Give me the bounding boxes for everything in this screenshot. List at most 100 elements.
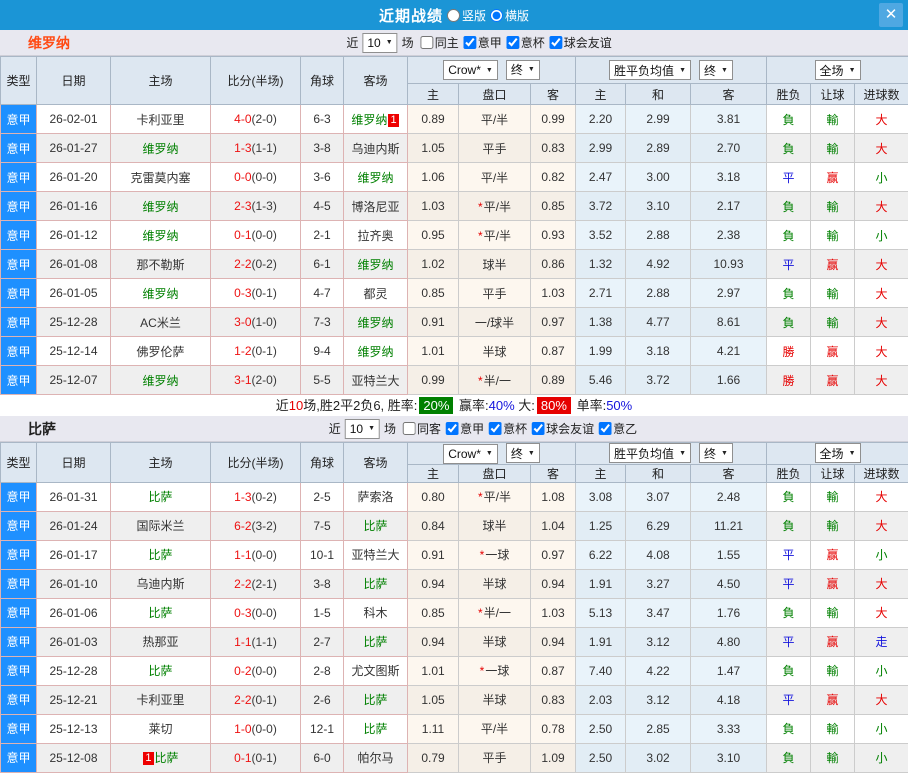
match-row: 意甲26-01-27维罗纳1-3(1-1)3-8乌迪内斯1.05平手0.832.… — [1, 134, 908, 163]
dropdown-label: 终 — [511, 61, 523, 78]
handicap-cell: *一球 — [459, 656, 531, 685]
score-cell: 0-1(0-0) — [211, 221, 301, 250]
checkbox-input[interactable] — [550, 36, 563, 49]
fullmatch-dropdown[interactable]: 全场▼ — [815, 443, 861, 463]
wdl-mean-dropdown[interactable]: 胜平负均值▼ — [609, 60, 691, 80]
filter-checkbox-同主[interactable]: 同主 — [418, 34, 459, 51]
halftime-score: (0-2) — [252, 490, 277, 504]
dropdown-label: 终 — [704, 62, 716, 79]
handicap-cell: 半球 — [459, 685, 531, 714]
filter-checkbox-意杯[interactable]: 意杯 — [504, 34, 545, 51]
filter-checkbox-意甲[interactable]: 意甲 — [461, 34, 502, 51]
checkbox-input[interactable] — [532, 422, 545, 435]
handicap-result-cell: 赢 — [811, 366, 855, 395]
score-cell: 2-2(2-1) — [211, 569, 301, 598]
mean-draw-cell: 3.12 — [626, 685, 691, 714]
team-text: 维罗纳 — [142, 200, 178, 214]
mean-draw-cell: 2.85 — [626, 714, 691, 743]
corner-cell: 3-6 — [301, 163, 344, 192]
odds-away-cell: 0.83 — [531, 685, 576, 714]
mean-draw-cell: 3.10 — [626, 192, 691, 221]
team-text: 卡利亚里 — [136, 693, 184, 707]
filter-checkbox-意乙[interactable]: 意乙 — [596, 420, 637, 437]
close-icon[interactable]: ✕ — [879, 3, 903, 27]
handicap-result-cell: 赢 — [811, 163, 855, 192]
mean-draw-cell: 2.88 — [626, 221, 691, 250]
date-cell: 26-02-01 — [37, 105, 111, 134]
goals-result-cell: 大 — [855, 134, 908, 163]
handicap-result-cell: 赢 — [811, 540, 855, 569]
fullmatch-dropdown[interactable]: 全场▼ — [815, 60, 861, 80]
league-cell: 意甲 — [1, 279, 37, 308]
match-count-dropdown[interactable]: 10▼ — [345, 419, 380, 439]
match-count-dropdown[interactable]: 10▼ — [362, 33, 397, 53]
sub-col-header-主: 主 — [576, 464, 626, 482]
checkbox-input[interactable] — [403, 422, 416, 435]
fulltime-score: 0-1 — [234, 228, 251, 242]
fulltime-score: 2-2 — [234, 257, 251, 271]
home-team-cell: 佛罗伦萨 — [111, 337, 211, 366]
final-odds-dropdown[interactable]: 终▼ — [506, 60, 540, 80]
filter-controls: 近10▼场同主意甲意杯球会友谊 — [344, 33, 611, 53]
mean-draw-cell: 6.29 — [626, 511, 691, 540]
layout-radio-horizontal[interactable]: 横版 — [490, 7, 529, 24]
league-cell: 意甲 — [1, 105, 37, 134]
dropdown-label: 10 — [350, 422, 363, 436]
match-row: 意甲25-12-28AC米兰3-0(1-0)7-3维罗纳0.91一/球半0.97… — [1, 308, 908, 337]
radio-input-vertical[interactable] — [447, 9, 460, 22]
odds-home-cell: 1.05 — [408, 134, 459, 163]
checkbox-input[interactable] — [421, 36, 434, 49]
summary-segment: 赢率: — [455, 398, 488, 413]
results-table: 类型日期主场比分(半场)角球客场Crow*▼终▼胜平负均值▼终▼全场▼主盘口客主… — [0, 442, 908, 773]
team-text: 博洛尼亚 — [351, 200, 399, 214]
filter-checkbox-球会友谊[interactable]: 球会友谊 — [547, 34, 612, 51]
odds-away-cell: 0.85 — [531, 192, 576, 221]
col-header-比分(半场): 比分(半场) — [211, 57, 301, 105]
filter-checkbox-同客[interactable]: 同客 — [400, 420, 441, 437]
team-text: 维罗纳 — [142, 374, 178, 388]
fulltime-score: 1-0 — [234, 722, 251, 736]
halftime-score: (1-0) — [252, 315, 277, 329]
mean-draw-cell: 3.12 — [626, 627, 691, 656]
away-team-cell: 维罗纳 — [344, 250, 408, 279]
col-header-角球: 角球 — [301, 443, 344, 483]
team-text: 维罗纳 — [357, 316, 393, 330]
filter-checkbox-意杯[interactable]: 意杯 — [486, 420, 527, 437]
fullmatch-group-header: 全场▼ — [767, 57, 908, 84]
handicap-cell: 球半 — [459, 250, 531, 279]
bookmaker-dropdown[interactable]: Crow*▼ — [443, 444, 498, 464]
odds-away-cell: 0.78 — [531, 714, 576, 743]
odds-home-cell: 1.06 — [408, 163, 459, 192]
final-odds-dropdown[interactable]: 终▼ — [506, 443, 540, 463]
checkbox-input[interactable] — [599, 422, 612, 435]
wdl-mean-dropdown[interactable]: 胜平负均值▼ — [609, 443, 691, 463]
checkbox-input[interactable] — [489, 422, 502, 435]
wdl-result-cell: 負 — [767, 482, 811, 511]
odds-group-header: Crow*▼ 终▼ — [408, 57, 576, 84]
away-team-cell: 比萨 — [344, 714, 408, 743]
checkbox-input[interactable] — [446, 422, 459, 435]
layout-radio-vertical[interactable]: 竖版 — [447, 7, 486, 24]
fulltime-score: 2-3 — [234, 199, 251, 213]
match-row: 意甲25-12-13莱切1-0(0-0)12-1比萨1.11平/半0.782.5… — [1, 714, 908, 743]
summary-segment: 大: — [515, 398, 535, 413]
mean-home-cell: 2.71 — [576, 279, 626, 308]
radio-input-horizontal[interactable] — [490, 9, 503, 22]
filter-checkbox-球会友谊[interactable]: 球会友谊 — [529, 420, 594, 437]
filter-checkbox-意甲[interactable]: 意甲 — [443, 420, 484, 437]
team-text: 维罗纳 — [142, 229, 178, 243]
final-odds-dropdown[interactable]: 终▼ — [699, 443, 733, 463]
odds-away-cell: 1.08 — [531, 482, 576, 511]
mean-away-cell: 3.81 — [691, 105, 767, 134]
summary-segment: 40% — [489, 398, 515, 413]
final-odds-dropdown[interactable]: 终▼ — [699, 60, 733, 80]
goals-result-cell: 小 — [855, 540, 908, 569]
bookmaker-dropdown[interactable]: Crow*▼ — [443, 60, 498, 80]
checkbox-input[interactable] — [464, 36, 477, 49]
score-cell: 0-3(0-1) — [211, 279, 301, 308]
checkbox-input[interactable] — [507, 36, 520, 49]
sub-col-header-主: 主 — [408, 464, 459, 482]
mean-home-cell: 2.03 — [576, 685, 626, 714]
match-row: 意甲25-12-07维罗纳3-1(2-0)5-5亚特兰大0.99*半/一0.89… — [1, 366, 908, 395]
fulltime-score: 1-2 — [234, 344, 251, 358]
